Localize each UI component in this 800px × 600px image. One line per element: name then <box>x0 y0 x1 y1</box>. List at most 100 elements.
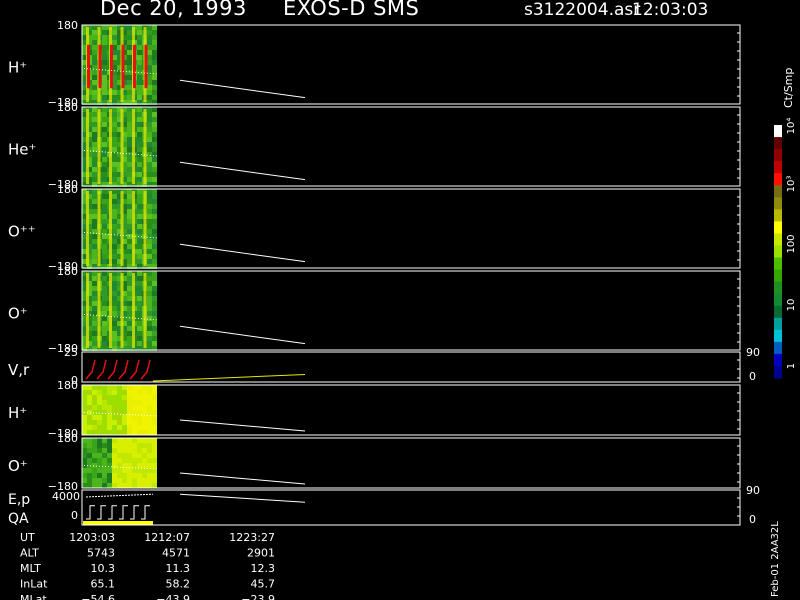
spin-stripe-red <box>98 44 102 89</box>
qa-step-trace <box>141 505 150 520</box>
colorbar-tick-label: 1 <box>786 363 797 369</box>
model-curve <box>179 161 306 181</box>
orbit-value: 1223:27 <box>229 531 275 544</box>
colorbar-segment <box>774 353 782 367</box>
colorbar-segment <box>774 245 782 259</box>
qa-step-trace <box>108 505 117 520</box>
orbit-row-label: InLat <box>20 578 48 591</box>
orbit-value: 4571 <box>162 547 190 560</box>
qa-step-trace <box>97 505 106 520</box>
y-tick-label: 25 <box>64 346 78 359</box>
colorbar-segment <box>774 173 782 186</box>
y-tick-label: 180 <box>57 19 78 32</box>
panel-label: V,r <box>8 361 30 379</box>
qa-step-trace <box>130 505 139 520</box>
panel-frame <box>81 437 741 489</box>
radial-trace <box>152 374 306 382</box>
energy-model-curve <box>179 493 306 503</box>
orbit-value: 65.1 <box>91 578 116 591</box>
colorbar-segment <box>774 137 782 150</box>
panel-5 <box>81 384 741 436</box>
spin-stripe-red <box>144 44 148 89</box>
spin-stripe <box>120 191 124 266</box>
right-axis-label: 0 <box>749 513 756 526</box>
spin-stripe <box>143 191 147 266</box>
y-tick-label: 4000 <box>52 490 80 503</box>
colorbar-segment <box>774 221 782 234</box>
panel-frame <box>81 188 741 269</box>
panel-label: H⁺ <box>8 59 27 77</box>
orbit-value: 45.7 <box>251 578 276 591</box>
colorbar-tick-label: 100 <box>786 234 797 253</box>
colorbar-segment <box>774 293 782 307</box>
spin-stripe <box>109 191 112 266</box>
spin-stripe <box>132 273 135 348</box>
orbit-value: 2901 <box>247 547 275 560</box>
colorbar-segment <box>774 305 782 319</box>
colorbar-unit-label: Ct/Smp <box>782 67 795 108</box>
panel-6 <box>81 437 741 489</box>
orbit-value: −43.9 <box>156 593 190 600</box>
colorbar: 10⁴ 10³ 100 10 1 <box>774 118 797 379</box>
colorbar-segment <box>774 281 782 295</box>
spin-stripe-red <box>110 44 113 89</box>
spin-stripe <box>109 273 112 348</box>
colorbar-segment <box>774 269 782 283</box>
spin-stripe <box>97 109 101 184</box>
spectrogram-chart: 180−180H⁺180−180He⁺180−180O⁺⁺180−180O⁺25… <box>8 19 797 600</box>
orbit-row-label: ALT <box>20 547 39 560</box>
colorbar-tick-label: 10 <box>786 299 797 312</box>
spin-stripe <box>109 109 112 184</box>
colorbar-segment <box>774 257 782 271</box>
colorbar-segment <box>774 209 782 222</box>
velocity-trace <box>85 359 96 380</box>
spin-stripe <box>97 191 101 266</box>
spin-stripe-red <box>133 44 136 89</box>
orbit-value: 1203:03 <box>69 531 115 544</box>
panel-label: He⁺ <box>8 141 36 159</box>
colorbar-segment <box>774 197 782 210</box>
orbit-value: 10.3 <box>91 562 116 575</box>
colorbar-segment <box>774 125 782 138</box>
y-tick-label: 180 <box>57 432 78 445</box>
colorbar-segment <box>774 329 782 343</box>
orbit-value: 58.2 <box>166 578 191 591</box>
footer-id: Feb-01 2AA32L <box>770 521 781 597</box>
panel-frame <box>81 384 741 436</box>
colorbar-segment <box>774 317 782 331</box>
orbit-value: 12.3 <box>251 562 276 575</box>
orbit-value: −23.9 <box>241 593 275 600</box>
orbit-row-label: UT <box>20 531 35 544</box>
spin-stripe-red <box>121 44 125 89</box>
velocity-trace <box>129 359 140 380</box>
model-curve <box>179 79 306 99</box>
colorbar-segment <box>774 341 782 355</box>
qa-step-trace <box>86 505 95 520</box>
y-tick-label: 0 <box>71 509 78 522</box>
panel-1 <box>81 106 741 187</box>
panel-0 <box>81 24 741 105</box>
colorbar-segment <box>774 185 782 198</box>
velocity-trace <box>140 359 151 380</box>
panel-label: O⁺ <box>8 457 28 475</box>
panel-label: O⁺ <box>8 305 28 323</box>
panel-2 <box>81 188 741 269</box>
spin-stripe <box>86 191 89 266</box>
panel-frame <box>81 106 741 187</box>
velocity-trace <box>118 359 129 380</box>
right-axis-label: 90 <box>746 346 760 359</box>
panel-frame <box>81 270 741 351</box>
panel-3 <box>81 270 741 351</box>
orbit-value: 1212:07 <box>144 531 190 544</box>
model-curve <box>179 472 306 485</box>
spin-stripe-red <box>87 44 90 89</box>
panel-label: O⁺⁺ <box>8 223 36 241</box>
y-tick-label: 180 <box>57 183 78 196</box>
panel-7 <box>81 489 741 526</box>
orbit-value: 11.3 <box>166 562 191 575</box>
colorbar-segment <box>774 365 782 379</box>
qa-bar <box>83 521 153 525</box>
spin-stripe <box>86 273 89 348</box>
spin-stripe <box>132 191 135 266</box>
panel-label: QA <box>8 511 29 527</box>
